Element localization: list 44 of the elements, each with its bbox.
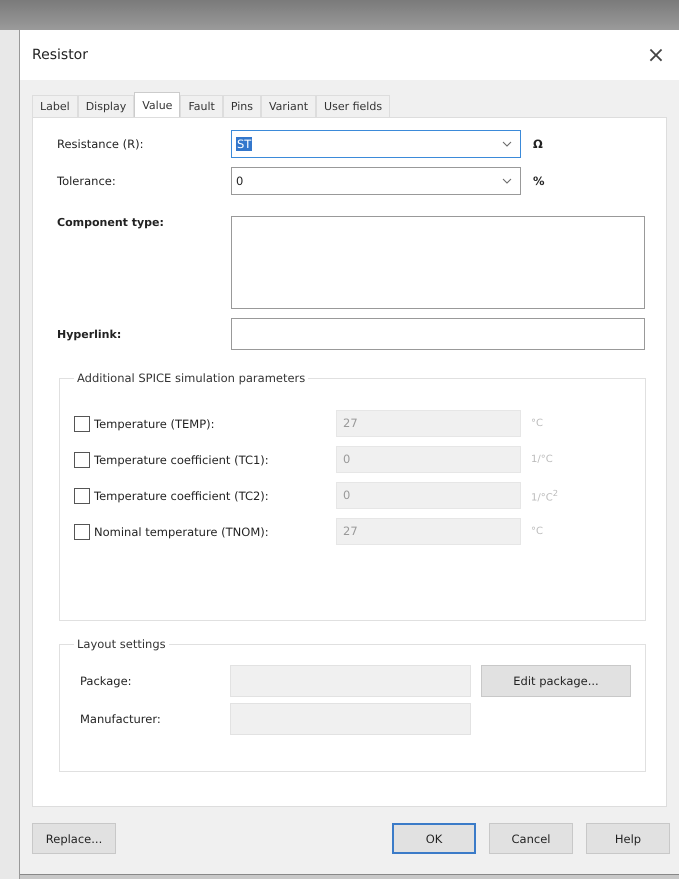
tab[interactable]: Display (78, 95, 134, 117)
field-label: Resistance (R): (57, 137, 144, 151)
field-label: Component type: (57, 216, 165, 229)
hyperlink-field[interactable] (231, 318, 645, 350)
checkbox[interactable] (74, 524, 90, 540)
package-field[interactable] (230, 665, 471, 697)
unit-label: 1/°C$^{2}$ (531, 488, 558, 504)
chevron-icon (502, 178, 512, 184)
chevron-icon (502, 141, 512, 147)
field-label: Hyperlink: (57, 328, 122, 340)
unit-label: °C (531, 418, 543, 429)
unit-label: % (533, 174, 545, 188)
checkbox-label: Temperature coefficient (TC2): (94, 488, 270, 502)
checkbox[interactable] (74, 452, 90, 468)
checkbox[interactable] (74, 488, 90, 504)
field-label: Tolerance: (57, 174, 117, 188)
field-label: Manufacturer: (79, 712, 162, 726)
tab[interactable]: Variant (261, 95, 316, 117)
window-title: Resistor (32, 47, 89, 63)
tab[interactable]: Fault (180, 95, 223, 117)
replace-button[interactable]: Replace... (32, 823, 116, 854)
tab[interactable]: User fields (316, 95, 390, 117)
help-button[interactable]: Help (586, 823, 670, 854)
ok-button[interactable]: OK (392, 823, 476, 854)
unit-label: 1/°C (531, 454, 553, 465)
unit-label: °C (531, 526, 543, 537)
checkbox-label: Temperature (TEMP): (94, 416, 216, 430)
value-dropdown[interactable]: ST (231, 130, 521, 158)
edit-package-button[interactable]: Edit package... (481, 665, 631, 697)
close-button[interactable]: × (633, 35, 679, 75)
manufacturer-field[interactable] (230, 703, 471, 735)
checkbox[interactable] (74, 416, 90, 432)
group-title: Layout settings (76, 637, 167, 651)
component-type-field[interactable] (231, 216, 645, 309)
tab[interactable]: Pins (222, 95, 262, 117)
tab[interactable]: Value (134, 92, 180, 117)
field-label: Package: (79, 674, 133, 688)
group-title: Additional SPICE simulation parameters (76, 371, 306, 385)
value-dropdown[interactable]: 0 (231, 167, 521, 195)
unit-label: Ω (533, 137, 543, 151)
tab[interactable]: Label (32, 95, 78, 117)
checkbox-label: Temperature coefficient (TC1): (94, 452, 270, 466)
checkbox-label: Nominal temperature (TNOM): (94, 524, 270, 538)
cancel-button[interactable]: Cancel (489, 823, 573, 854)
